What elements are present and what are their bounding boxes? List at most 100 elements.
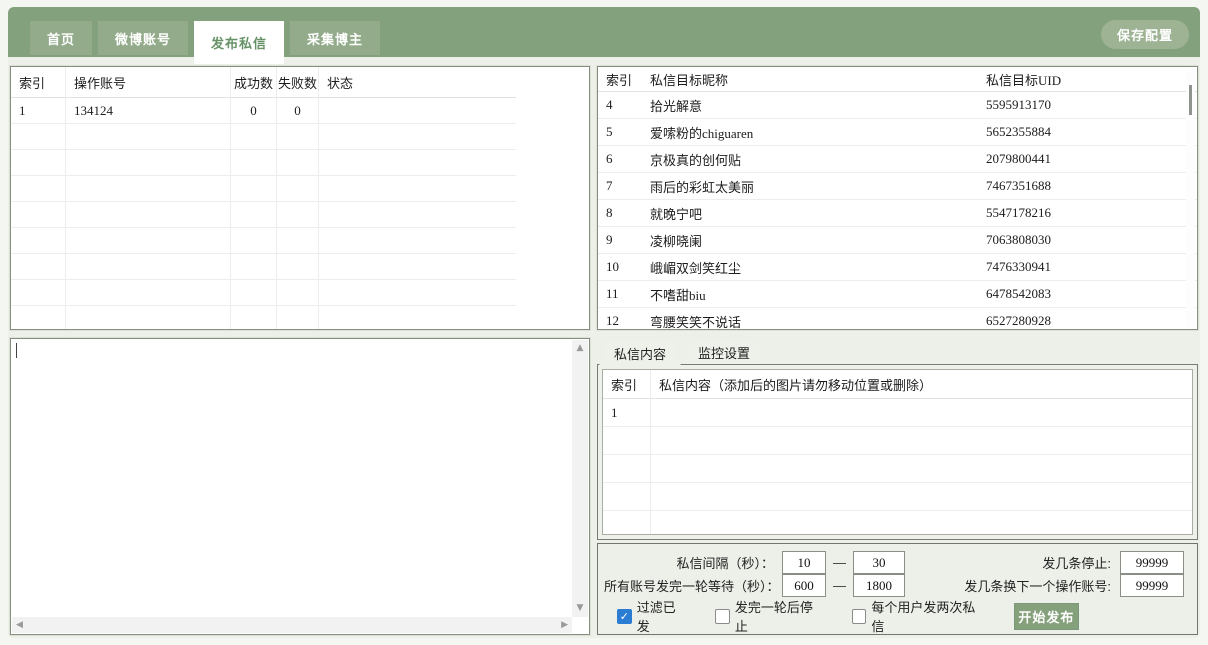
table-cell: 凌柳晓阑 [642, 227, 978, 254]
table-row[interactable]: 7 雨后的彩虹太美丽 7467351688 [598, 173, 1197, 200]
table-cell [66, 280, 231, 306]
table-cell: 0 [231, 98, 277, 124]
table-cell [11, 202, 66, 228]
tab-首页[interactable]: 首页 [30, 21, 93, 55]
column-header: 私信内容（添加后的图片请勿移动位置或删除） [651, 370, 1192, 399]
column-header: 索引 [11, 67, 66, 98]
table-cell: 0 [277, 98, 319, 124]
table-row[interactable]: 1 134124 0 0 [11, 98, 589, 124]
checkbox-box[interactable] [851, 608, 867, 624]
scroll-right-icon[interactable]: ▶ [557, 617, 572, 634]
table-cell [231, 280, 277, 306]
table-cell: 爱嗦粉的chiguaren [642, 119, 978, 146]
column-header: 失败数 [277, 67, 319, 98]
stop-count-label: 发几条停止: [1042, 556, 1111, 571]
vertical-scrollbar[interactable]: ▲ ▼ [572, 340, 588, 617]
checkbox-过滤已发[interactable]: ✓ 过滤已发 [617, 597, 688, 635]
table-cell [231, 176, 277, 202]
table-row[interactable]: 10 峨嵋双剑笑红尘 7476330941 [598, 254, 1197, 281]
table-cell [11, 306, 66, 329]
content-table-header: 索引 私信内容（添加后的图片请勿移动位置或删除） [603, 370, 1192, 399]
table-cell [277, 280, 319, 306]
targets-scrollbar[interactable] [1186, 69, 1195, 327]
table-row[interactable]: 11 不嗜甜biu 6478542083 [598, 281, 1197, 308]
table-cell [319, 254, 516, 280]
table-cell: 1 [11, 98, 66, 124]
table-row[interactable]: 5 爱嗦粉的chiguaren 5652355884 [598, 119, 1197, 146]
table-cell: 134124 [66, 98, 231, 124]
table-row[interactable]: 9 凌柳晓阑 7063808030 [598, 227, 1197, 254]
table-cell [277, 176, 319, 202]
tab-采集博主[interactable]: 采集博主 [290, 21, 381, 55]
app-frame: 首页 微博账号 发布私信 采集博主 保存配置 索引 操作账号 成功数 失败数 状态 1 1341… [8, 7, 1200, 638]
table-cell [231, 202, 277, 228]
table-cell [277, 254, 319, 280]
content-table-body: 1 [603, 399, 1192, 534]
content-tab-监控设置[interactable]: 监控设置 [683, 340, 765, 364]
start-publish-button[interactable]: 开始发布 [1013, 602, 1079, 630]
stop-count-input[interactable] [1120, 551, 1184, 574]
save-config-button[interactable]: 保存配置 [1100, 20, 1189, 49]
table-row-empty [11, 228, 589, 254]
table-cell [603, 427, 651, 455]
table-cell: 就晚宁吧 [642, 200, 978, 227]
range-dash: — [833, 578, 846, 593]
table-cell: 7476330941 [978, 254, 1197, 281]
scroll-up-icon[interactable]: ▲ [573, 340, 588, 357]
table-cell: 5595913170 [978, 92, 1197, 119]
table-cell: 7 [598, 173, 642, 200]
table-cell [231, 306, 277, 329]
options-row: ✓ 过滤已发 发完一轮后停止 每个用户发两次私信 开始发布 [604, 597, 1191, 635]
table-cell: 雨后的彩虹太美丽 [642, 173, 978, 200]
checkbox-box[interactable]: ✓ [617, 608, 632, 624]
table-cell [11, 176, 66, 202]
table-cell: 2079800441 [978, 146, 1197, 173]
table-cell [11, 150, 66, 176]
targets-table-panel: 索引 私信目标昵称 私信目标UID 4 拾光解意 5595913170 5 爱嗦粉的chig… [597, 66, 1198, 330]
table-row[interactable]: 6 京极真的创何贴 2079800441 [598, 146, 1197, 173]
round-wait-label: 所有账号发完一轮等待（秒）： [604, 579, 780, 594]
table-row[interactable]: 4 拾光解意 5595913170 [598, 92, 1197, 119]
table-cell [319, 124, 516, 150]
table-cell [277, 202, 319, 228]
scroll-left-icon[interactable]: ◀ [12, 617, 27, 634]
table-row-empty [11, 254, 589, 280]
interval-min-input[interactable] [782, 551, 826, 574]
table-row[interactable]: 12 弯腰笑笑不说话 6527280928 [598, 308, 1197, 329]
switch-account-input[interactable] [1120, 574, 1184, 597]
horizontal-scrollbar[interactable]: ◀ ▶ [12, 617, 572, 633]
table-cell [277, 150, 319, 176]
table-row[interactable]: 8 就晚宁吧 5547178216 [598, 200, 1197, 227]
table-row-empty [603, 511, 1192, 534]
accounts-table-body: 1 134124 0 0 [11, 98, 589, 329]
round-wait-max-input[interactable] [853, 574, 905, 597]
scrollbar-thumb[interactable] [1189, 85, 1192, 115]
table-cell [66, 254, 231, 280]
table-row-empty [603, 483, 1192, 511]
table-cell [319, 306, 516, 329]
interval-row: 私信间隔（秒）： — 发几条停止: [604, 551, 1191, 574]
settings-form: 私信间隔（秒）： — 发几条停止: 所有账号发完一轮等待（秒）： — 发几条换下… [597, 543, 1198, 635]
checkbox-box[interactable] [715, 608, 730, 624]
table-cell: 9 [598, 227, 642, 254]
range-dash: — [833, 555, 846, 570]
table-cell: 7467351688 [978, 173, 1197, 200]
interval-max-input[interactable] [853, 551, 905, 574]
checkbox-发完一轮后停止[interactable]: 发完一轮后停止 [715, 597, 825, 635]
table-cell [11, 124, 66, 150]
tab-发布私信[interactable]: 发布私信 [194, 21, 285, 64]
accounts-table-header: 索引 操作账号 成功数 失败数 状态 [11, 67, 589, 98]
round-wait-min-input[interactable] [782, 574, 826, 597]
column-header: 成功数 [231, 67, 277, 98]
table-cell [66, 228, 231, 254]
table-cell: 11 [598, 281, 642, 308]
table-row[interactable]: 1 [603, 399, 1192, 427]
table-cell: 6527280928 [978, 308, 1197, 329]
scroll-down-icon[interactable]: ▼ [573, 600, 588, 617]
log-textarea[interactable]: ▲ ▼ ◀ ▶ [10, 338, 590, 635]
tab-微博账号[interactable]: 微博账号 [98, 21, 189, 55]
column-header: 索引 [603, 370, 651, 399]
checkbox-每个用户发两次私信[interactable]: 每个用户发两次私信 [851, 597, 987, 635]
content-tab-私信内容[interactable]: 私信内容 [599, 340, 681, 366]
table-cell [319, 150, 516, 176]
